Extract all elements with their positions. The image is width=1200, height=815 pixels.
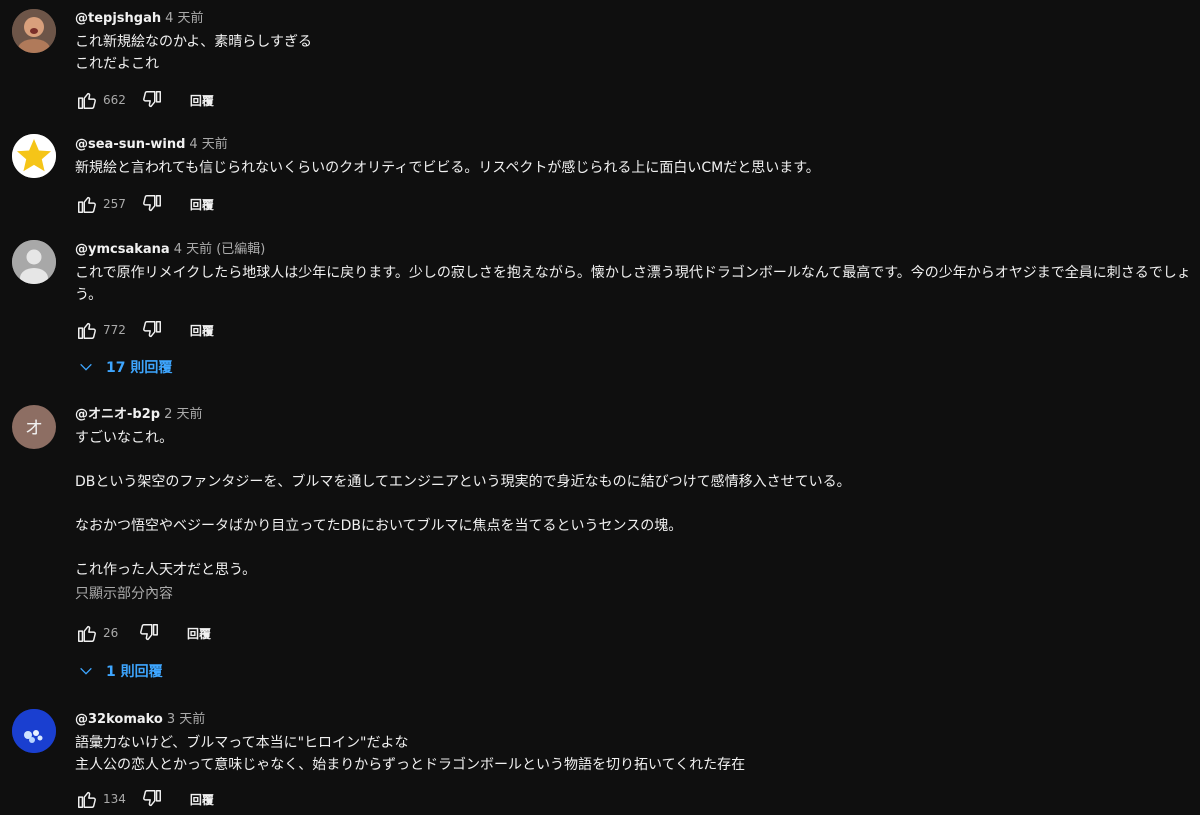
thumbs-up-icon xyxy=(78,196,96,213)
star-icon xyxy=(12,134,56,178)
thumbs-down-icon xyxy=(142,790,161,807)
comment-time[interactable]: 2 天前 xyxy=(164,407,202,422)
dislike-button[interactable] xyxy=(140,318,164,342)
avatar[interactable] xyxy=(12,134,56,178)
like-button[interactable] xyxy=(75,787,99,811)
dislike-button[interactable] xyxy=(137,621,161,645)
comment-header: @sea-sun-wind 4 天前 xyxy=(75,136,1192,154)
reply-button[interactable]: 回覆 xyxy=(187,625,211,642)
replies-label: 1 則回覆 xyxy=(106,664,163,680)
comment-actions: 134 回覆 xyxy=(75,787,214,811)
reply-button[interactable]: 回覆 xyxy=(190,322,214,339)
like-button[interactable] xyxy=(75,192,99,216)
flower-icon xyxy=(12,709,56,753)
chevron-down-icon xyxy=(80,363,92,371)
comment-actions: 26 回覆 xyxy=(75,621,211,645)
author-handle[interactable]: @32komako xyxy=(75,712,163,727)
avatar[interactable] xyxy=(12,709,56,753)
thumbs-down-icon xyxy=(140,624,158,641)
comment-time[interactable]: 4 天前 xyxy=(165,11,203,26)
view-replies-button[interactable]: 1 則回覆 xyxy=(78,661,163,681)
thumbs-up-icon xyxy=(78,92,96,109)
avatar[interactable] xyxy=(12,240,56,284)
comment-actions: 257 回覆 xyxy=(75,192,214,216)
comment-time[interactable]: 4 天前 (已編輯) xyxy=(174,242,266,257)
view-replies-button[interactable]: 17 則回覆 xyxy=(78,357,172,377)
avatar[interactable]: オ xyxy=(12,405,56,449)
comment-text: これ新規絵なのかよ、素晴らしすぎる これだよこれ xyxy=(75,34,313,72)
dislike-button[interactable] xyxy=(140,192,164,216)
dislike-button[interactable] xyxy=(140,88,164,112)
comment-time[interactable]: 4 天前 xyxy=(189,137,227,152)
author-handle[interactable]: @ymcsakana xyxy=(75,242,170,257)
reply-button[interactable]: 回覆 xyxy=(190,92,214,109)
chevron-down-icon xyxy=(80,667,92,675)
like-count: 257 xyxy=(103,197,126,211)
avatar-letter: オ xyxy=(25,418,43,439)
thumbs-up-icon xyxy=(78,791,96,808)
reply-button[interactable]: 回覆 xyxy=(190,196,214,213)
read-more-link[interactable]: 只顯示部分內容 xyxy=(75,583,1192,605)
replies-label: 17 則回覆 xyxy=(106,360,173,376)
comment-header: @32komako 3 天前 xyxy=(75,711,1192,729)
like-button[interactable] xyxy=(75,621,99,645)
thumbs-up-icon xyxy=(78,625,96,642)
default-avatar-icon xyxy=(12,240,56,284)
comment-text: これで原作リメイクしたら地球人は少年に戻ります。少しの寂しさを抱えながら。懐かし… xyxy=(75,265,1191,303)
thumbs-down-icon xyxy=(142,321,161,338)
thumbs-up-icon xyxy=(78,322,96,339)
comment-text: 語彙力ないけど、ブルマって本当に"ヒロイン"だよな 主人公の恋人とかって意味じゃ… xyxy=(75,735,746,773)
like-count: 662 xyxy=(103,93,126,107)
dislike-button[interactable] xyxy=(140,787,164,811)
comment-text: 新規絵と言われても信じられないくらいのクオリティでビビる。リスペクトが感じられる… xyxy=(75,160,820,176)
like-button[interactable] xyxy=(75,88,99,112)
like-count: 134 xyxy=(103,792,126,806)
comment-header: @ymcsakana 4 天前 (已編輯) xyxy=(75,241,1192,259)
like-count: 772 xyxy=(103,323,126,337)
author-handle[interactable]: @tepjshgah xyxy=(75,11,161,26)
reply-button[interactable]: 回覆 xyxy=(190,791,214,808)
comment-time[interactable]: 3 天前 xyxy=(167,712,205,727)
avatar[interactable] xyxy=(12,9,56,53)
thumbs-down-icon xyxy=(142,91,161,108)
comment-text: すごいなこれ。 DBという架空のファンタジーを、ブルマを通してエンジニアという現… xyxy=(75,430,851,578)
like-count: 26 xyxy=(103,626,119,640)
comment-actions: 772 回覆 xyxy=(75,318,214,342)
thumbs-down-icon xyxy=(142,195,161,212)
comment-header: @tepjshgah 4 天前 xyxy=(75,10,1192,28)
author-handle[interactable]: @sea-sun-wind xyxy=(75,137,185,152)
like-button[interactable] xyxy=(75,318,99,342)
comment-header: @オニオ-b2p 2 天前 xyxy=(75,406,1192,424)
author-handle[interactable]: @オニオ-b2p xyxy=(75,407,160,422)
avatar-photo-icon xyxy=(12,9,56,53)
comment-actions: 662 回覆 xyxy=(75,88,214,112)
